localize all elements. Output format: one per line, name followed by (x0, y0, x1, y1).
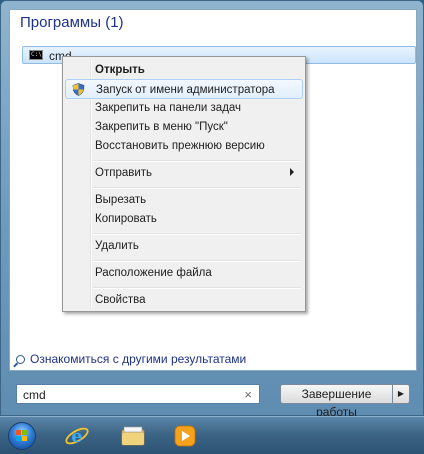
search-input-value: cmd (23, 388, 46, 402)
file-explorer-icon[interactable] (120, 423, 146, 449)
menu-item-copy[interactable]: Копировать (65, 209, 303, 229)
more-results-label: Ознакомиться с другими результатами (30, 352, 247, 366)
menu-item-label: Закрепить на панели задач (95, 102, 242, 114)
clear-search-icon[interactable]: × (244, 387, 252, 402)
menu-item-label: Копировать (95, 213, 157, 225)
menu-separator (93, 187, 301, 189)
menu-item-label: Вырезать (95, 194, 147, 206)
search-input[interactable]: cmd × (16, 384, 260, 404)
cmd-console-icon: C:\ (29, 50, 43, 60)
programs-section-title: Программы (1) (20, 14, 124, 31)
menu-item-label: Открыть (95, 64, 145, 76)
menu-item-file-location[interactable]: Расположение файла (65, 263, 303, 283)
windows-flag-icon (16, 430, 28, 442)
uac-shield-icon (72, 83, 85, 96)
taskbar: e (0, 416, 424, 454)
menu-item-label: Свойства (95, 294, 146, 306)
menu-item-label: Закрепить в меню "Пуск" (95, 121, 228, 133)
menu-item-label: Отправить (95, 167, 153, 179)
shutdown-button[interactable]: Завершение работы (280, 384, 393, 419)
menu-item-run-as-admin[interactable]: Запуск от имени администратора (65, 79, 303, 99)
start-orb[interactable] (8, 422, 36, 450)
menu-item-label: Восстановить прежнюю версию (95, 140, 265, 152)
menu-item-delete[interactable]: Удалить (65, 236, 303, 256)
more-results-link[interactable]: Ознакомиться с другими результатами (16, 352, 246, 366)
menu-item-send-to[interactable]: Отправить (65, 163, 303, 183)
menu-separator (93, 160, 301, 162)
menu-separator (93, 287, 301, 289)
menu-item-properties[interactable]: Свойства (65, 290, 303, 310)
svg-text:e: e (71, 426, 82, 447)
menu-separator (93, 233, 301, 235)
menu-item-label: Расположение файла (95, 267, 212, 279)
menu-item-restore-previous[interactable]: Восстановить прежнюю версию (65, 136, 303, 156)
shutdown-options-button[interactable]: ▶ (393, 384, 410, 404)
menu-item-label: Запуск от имени администратора (96, 84, 275, 96)
menu-item-pin-start[interactable]: Закрепить в меню "Пуск" (65, 117, 303, 137)
menu-item-pin-taskbar[interactable]: Закрепить на панели задач (65, 98, 303, 118)
menu-item-open[interactable]: Открыть (65, 60, 303, 80)
search-icon (16, 355, 25, 364)
media-player-icon[interactable] (172, 423, 198, 449)
internet-explorer-icon[interactable]: e (64, 423, 90, 449)
menu-item-cut[interactable]: Вырезать (65, 190, 303, 210)
context-menu: Открыть Запуск от имени администратора З… (62, 56, 306, 312)
menu-item-label: Удалить (95, 240, 139, 252)
submenu-arrow-icon (290, 168, 294, 176)
menu-separator (93, 260, 301, 262)
